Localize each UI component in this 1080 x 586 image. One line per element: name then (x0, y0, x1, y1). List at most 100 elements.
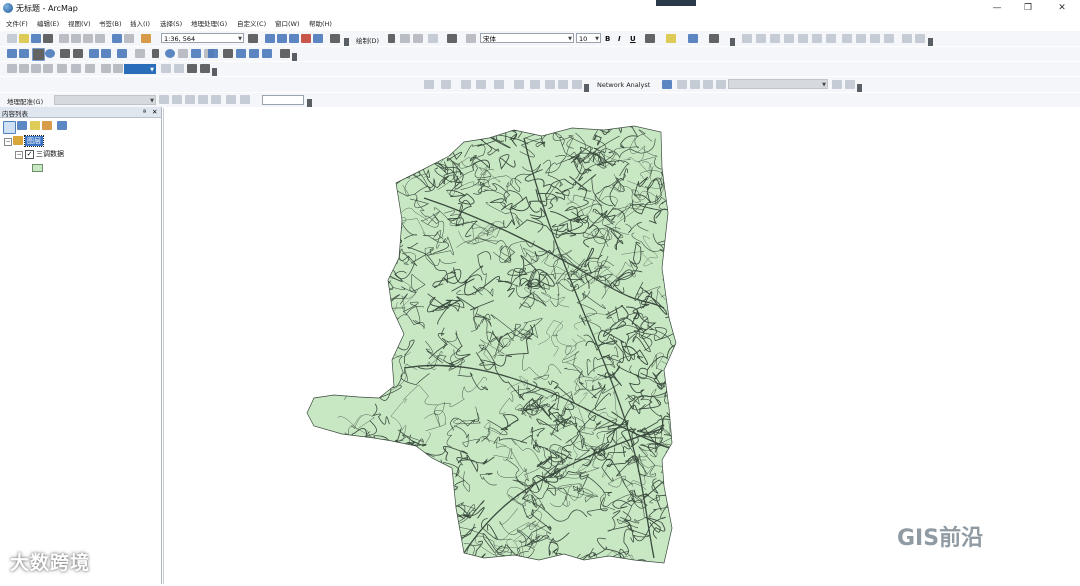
find-icon[interactable] (223, 49, 233, 58)
na-tool-1-icon[interactable] (424, 80, 434, 89)
marker-color-icon[interactable] (709, 34, 719, 43)
go-to-xy-icon[interactable] (236, 49, 246, 58)
georef-scale-input[interactable] (262, 95, 304, 105)
copy-icon[interactable] (71, 34, 81, 43)
add-data-icon[interactable] (141, 34, 151, 43)
font-size-combo[interactable]: 10 ▼ (576, 33, 601, 43)
underline-button[interactable]: U (630, 35, 636, 43)
georef-tool-icon[interactable] (902, 34, 912, 43)
attributes-icon[interactable] (826, 34, 836, 43)
italic-button[interactable]: I (618, 35, 621, 43)
rotate-icon[interactable] (400, 34, 410, 43)
find-route-icon[interactable] (208, 49, 218, 58)
font-color-icon[interactable] (645, 34, 655, 43)
close-icon[interactable]: ✕ (152, 108, 157, 116)
time-slider-icon[interactable] (249, 49, 259, 58)
viewer-window-icon[interactable] (262, 49, 272, 58)
na-tool-5-icon[interactable] (494, 80, 504, 89)
pan-icon[interactable] (32, 48, 45, 61)
cut-polygon-icon[interactable] (784, 34, 794, 43)
menu-edit[interactable]: 编辑(E) (37, 18, 59, 28)
na-tool-4-icon[interactable] (476, 80, 486, 89)
menu-view[interactable]: 视图(V) (68, 18, 91, 28)
expand-layers-icon[interactable]: − (4, 138, 12, 146)
legend-symbol-patch[interactable] (32, 164, 43, 172)
georef-scale-icon[interactable] (185, 95, 195, 104)
georeferencing-menu[interactable]: 地理配准(G) (7, 96, 43, 106)
na-tool-11-icon[interactable] (832, 80, 842, 89)
toolbar-grip[interactable] (344, 38, 349, 46)
na-tool-10-icon[interactable] (572, 80, 582, 89)
layout-zoom-out-icon[interactable] (19, 64, 29, 73)
focus-data-frame-icon[interactable] (174, 64, 184, 73)
rectangle-icon[interactable] (428, 34, 438, 43)
identify-icon[interactable] (165, 49, 175, 58)
snapping-icon[interactable] (870, 34, 880, 43)
na-tool-12-icon[interactable] (845, 80, 855, 89)
na-tool-9-icon[interactable] (558, 80, 568, 89)
list-by-drawing-order-icon[interactable] (3, 121, 16, 134)
layout-zoom-in-icon[interactable] (7, 64, 17, 73)
bold-button[interactable]: B (605, 35, 610, 43)
na-move-icon[interactable] (690, 80, 700, 89)
georef-add-points-icon[interactable] (198, 95, 208, 104)
toolbar-grip[interactable] (292, 53, 297, 61)
na-tool-6-icon[interactable] (514, 80, 524, 89)
toolbar-grip[interactable] (584, 84, 589, 92)
menu-windows[interactable]: 窗口(W) (275, 18, 300, 28)
zoom-in-icon[interactable] (7, 49, 17, 58)
georef-shift-icon[interactable] (172, 95, 182, 104)
georef-table-icon[interactable] (211, 95, 221, 104)
menu-insert[interactable]: 插入(I) (130, 18, 150, 28)
na-create-icon[interactable] (677, 80, 687, 89)
minimize-button[interactable]: — (988, 2, 1006, 14)
change-layout-icon[interactable] (187, 64, 197, 73)
na-solve-icon[interactable] (703, 80, 713, 89)
layout-pan-icon[interactable] (31, 64, 41, 73)
expand-layer-icon[interactable]: − (15, 151, 23, 159)
full-extent-icon[interactable] (45, 49, 55, 58)
zoom-whole-layout-icon[interactable] (43, 64, 53, 73)
search-window-icon[interactable] (289, 34, 299, 43)
select-features-icon[interactable] (117, 49, 127, 58)
pin-icon[interactable]: ª (143, 108, 146, 116)
layer-visibility-checkbox[interactable]: ✓ (25, 150, 34, 159)
cut-icon[interactable] (59, 34, 69, 43)
na-tool-3-icon[interactable] (461, 80, 471, 89)
editor-toolbar-icon[interactable] (248, 34, 258, 43)
na-directions-icon[interactable] (716, 80, 726, 89)
select-elements-icon[interactable] (388, 34, 395, 43)
menu-customize[interactable]: 自定义(C) (237, 18, 266, 28)
na-tool-8-icon[interactable] (545, 80, 555, 89)
paste-icon[interactable] (83, 34, 93, 43)
clear-selection-icon[interactable] (135, 49, 145, 58)
callout-icon[interactable] (466, 34, 476, 43)
line-color-icon[interactable] (688, 34, 698, 43)
zoom-100-icon[interactable] (57, 64, 67, 73)
model-builder-icon[interactable] (330, 34, 340, 43)
arctoolbox-icon[interactable] (301, 34, 311, 43)
forward-extent-icon[interactable] (101, 49, 111, 58)
map-canvas[interactable] (164, 108, 1080, 584)
layout-back-icon[interactable] (101, 64, 111, 73)
select-element-icon[interactable] (152, 49, 159, 58)
georef-rotate-icon[interactable] (159, 95, 169, 104)
close-button[interactable]: ✕ (1053, 2, 1071, 14)
font-combo[interactable]: 宋体 ▼ (480, 33, 574, 43)
layout-forward-icon[interactable] (113, 64, 123, 73)
toolbar-grip[interactable] (730, 38, 735, 46)
toolbar-grip[interactable] (857, 84, 862, 92)
layer-name[interactable]: 三调数据 (36, 149, 64, 159)
delete-icon[interactable] (95, 34, 105, 43)
na-tool-2-icon[interactable] (441, 80, 451, 89)
rotate-feature-icon[interactable] (812, 34, 822, 43)
land-parcels-polygon[interactable] (306, 125, 677, 564)
menu-file[interactable]: 文件(F) (6, 18, 28, 28)
split-icon[interactable] (798, 34, 808, 43)
menu-help[interactable]: 帮助(H) (309, 18, 332, 28)
fixed-zoom-in-icon[interactable] (60, 49, 70, 58)
new-text-icon[interactable] (447, 34, 457, 43)
redo-icon[interactable] (124, 34, 134, 43)
list-by-selection-icon[interactable] (42, 121, 52, 130)
print-icon[interactable] (43, 34, 53, 43)
